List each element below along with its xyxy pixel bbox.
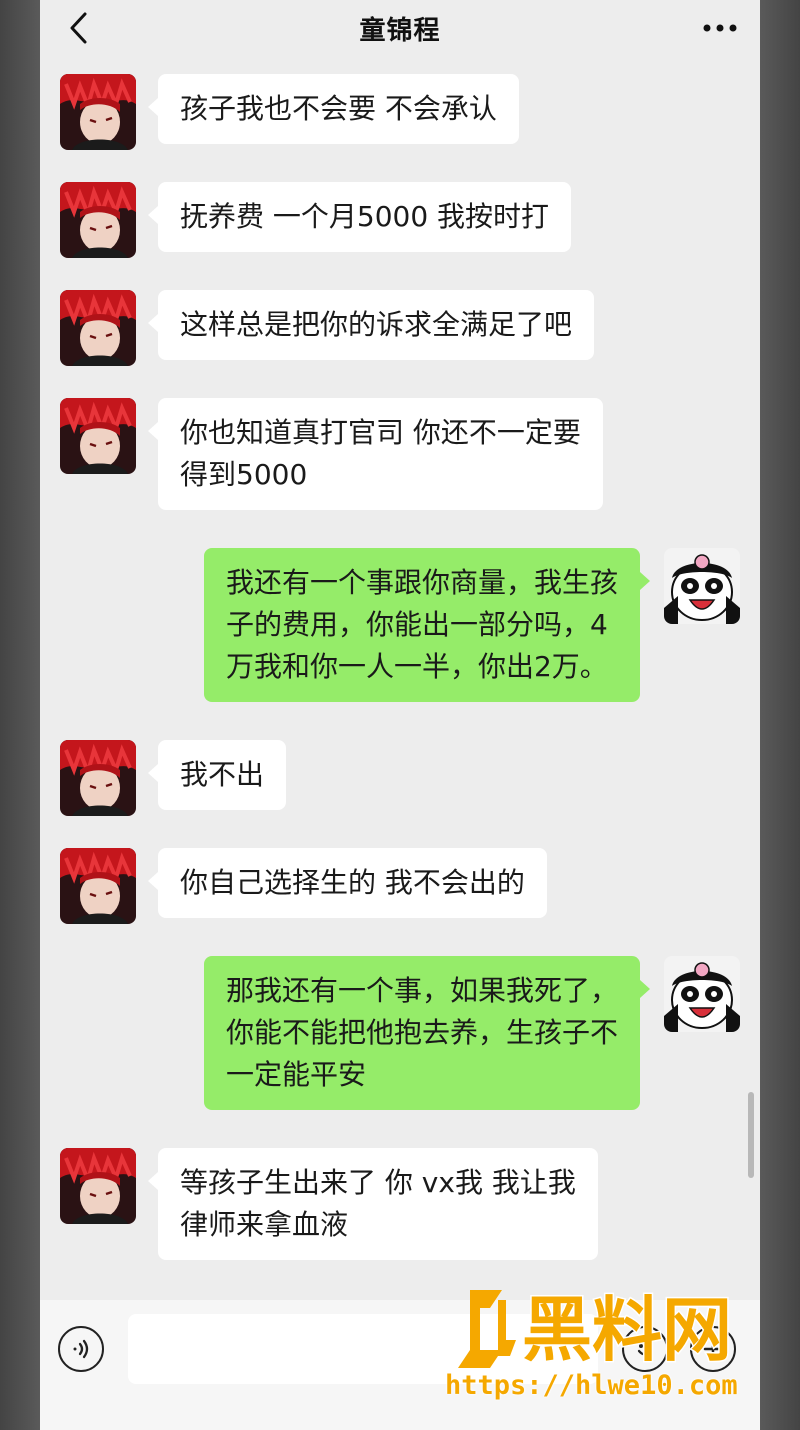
incoming-bubble[interactable]: 我不出 [147, 740, 287, 810]
contact-avatar[interactable] [60, 1148, 136, 1224]
chevron-left-icon [70, 12, 87, 44]
contact-avatar[interactable] [60, 290, 136, 366]
incoming-bubble[interactable]: 你也知道真打官司 你还不一定要 得到5000 [148, 398, 603, 510]
outgoing-bubble[interactable]: 我还有一个事跟你商量，我生孩 子的费用，你能出一部分吗，4 万我和你一人一半，你… [203, 548, 651, 702]
incoming-bubble[interactable]: 这样总是把你的诉求全满足了吧 [147, 290, 595, 360]
contact-avatar[interactable] [60, 848, 136, 924]
scrollbar[interactable] [748, 1092, 754, 1178]
contact-avatar[interactable] [60, 182, 136, 258]
more-button[interactable] [698, 8, 742, 48]
plus-icon [703, 1339, 723, 1359]
input-bar [40, 1300, 760, 1430]
back-button[interactable] [58, 8, 98, 48]
incoming-bubble[interactable]: 你自己选择生的 我不会出的 [148, 848, 547, 918]
voice-button[interactable] [58, 1326, 104, 1372]
more-dots-icon [703, 24, 737, 32]
contact-avatar[interactable] [60, 398, 136, 474]
incoming-bubble[interactable]: 等孩子生出来了 你 vx我 我让我 律师来拿血液 [148, 1148, 598, 1260]
device-frame-right [760, 0, 800, 1430]
outgoing-bubble[interactable]: 那我还有一个事，如果我死了， 你能不能把他抱去养，生孩子不 一定能平安 [203, 956, 651, 1110]
voice-icon [73, 1339, 89, 1359]
contact-avatar[interactable] [60, 74, 136, 150]
plus-button[interactable] [690, 1326, 736, 1372]
chat-title: 童锦程 [359, 15, 441, 46]
incoming-bubble[interactable]: 抚养费 一个月5000 我按时打 [147, 182, 572, 252]
contact-avatar[interactable] [60, 740, 136, 816]
self-avatar[interactable] [664, 956, 740, 1032]
chat-navbar: 童锦程 [40, 0, 760, 56]
watermark-url: https://hlwe10.com [445, 1370, 738, 1401]
chat-screen: 童锦程 孩子我也不会要 不会承认 抚养费 一个月5000 我按时打 这样总是把你… [40, 0, 760, 1430]
emoji-button[interactable] [622, 1326, 668, 1372]
device-frame-left [0, 0, 40, 1430]
self-avatar[interactable] [664, 548, 740, 624]
incoming-bubble[interactable]: 孩子我也不会要 不会承认 [148, 74, 519, 144]
emoji-icon [637, 1344, 653, 1356]
